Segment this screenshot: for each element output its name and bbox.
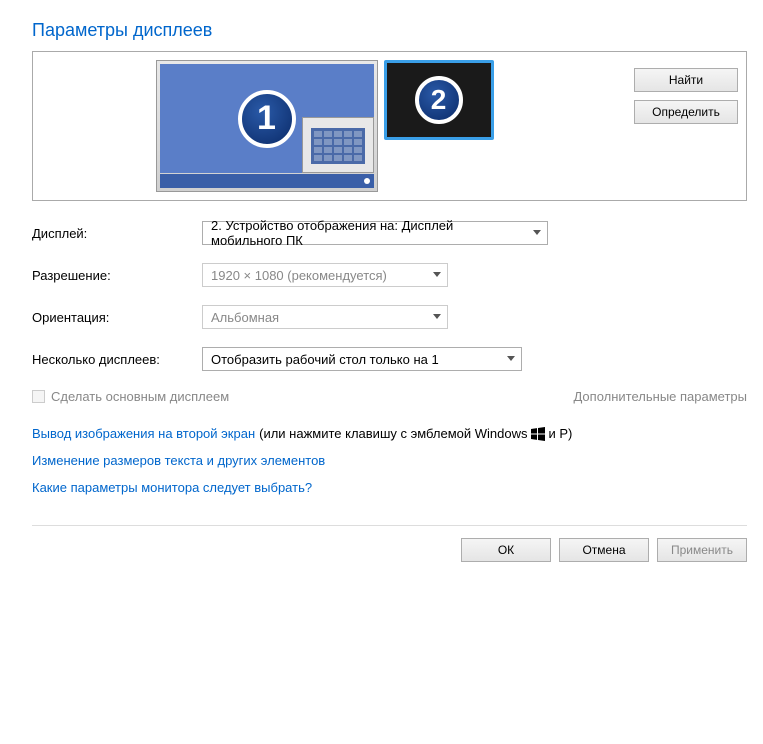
display-dropdown[interactable]: 2. Устройство отображения на: Дисплей мо…	[202, 221, 548, 245]
separator	[32, 525, 747, 526]
ok-button[interactable]: ОК	[461, 538, 551, 562]
chevron-down-icon	[433, 314, 441, 319]
monitor-1-screen: 1	[160, 64, 374, 173]
orientation-dropdown: Альбомная	[202, 305, 448, 329]
project-to-second-screen-link[interactable]: Вывод изображения на второй экран	[32, 426, 255, 441]
text-size-link[interactable]: Изменение размеров текста и других элеме…	[32, 453, 747, 468]
primary-display-label: Сделать основным дисплеем	[51, 389, 229, 404]
multidisplay-dropdown-value: Отобразить рабочий стол только на 1	[211, 352, 439, 367]
monitor-1[interactable]: 1	[156, 60, 378, 192]
resolution-dropdown: 1920 × 1080 (рекомендуется)	[202, 263, 448, 287]
chevron-down-icon	[533, 230, 541, 235]
project-suffix-text-b: и P)	[548, 426, 572, 441]
monitor-1-number-badge: 1	[238, 90, 296, 148]
identify-button[interactable]: Определить	[634, 100, 738, 124]
display-preview-box: 1	[32, 51, 747, 201]
monitor-arrangement-area[interactable]: 1	[33, 52, 616, 200]
monitor-1-bezel: 1	[156, 60, 378, 192]
display-dropdown-value: 2. Устройство отображения на: Дисплей мо…	[211, 218, 525, 248]
chevron-down-icon	[507, 356, 515, 361]
find-button[interactable]: Найти	[634, 68, 738, 92]
apply-button: Применить	[657, 538, 747, 562]
orientation-dropdown-value: Альбомная	[211, 310, 279, 325]
cancel-button[interactable]: Отмена	[559, 538, 649, 562]
advanced-settings-link[interactable]: Дополнительные параметры	[573, 389, 747, 404]
checkbox-icon	[32, 390, 45, 403]
page-title: Параметры дисплеев	[32, 20, 747, 41]
which-settings-link[interactable]: Какие параметры монитора следует выбрать…	[32, 480, 747, 495]
resolution-dropdown-value: 1920 × 1080 (рекомендуется)	[211, 268, 387, 283]
settings-form: Дисплей: 2. Устройство отображения на: Д…	[32, 221, 747, 371]
monitor-2-number-badge: 2	[415, 76, 463, 124]
monitor-1-taskbar	[160, 174, 374, 188]
multidisplay-label: Несколько дисплеев:	[32, 352, 202, 367]
monitor-2[interactable]: 2	[384, 60, 494, 140]
multidisplay-dropdown[interactable]: Отобразить рабочий стол только на 1	[202, 347, 522, 371]
project-suffix-text-a: (или нажмите клавишу с эмблемой Windows	[259, 426, 527, 441]
orientation-label: Ориентация:	[32, 310, 202, 325]
primary-display-checkbox: Сделать основным дисплеем	[32, 389, 229, 404]
display-label: Дисплей:	[32, 226, 202, 241]
chevron-down-icon	[433, 272, 441, 277]
monitor-1-calendar-icon	[302, 117, 374, 173]
resolution-label: Разрешение:	[32, 268, 202, 283]
windows-key-icon	[531, 427, 545, 441]
